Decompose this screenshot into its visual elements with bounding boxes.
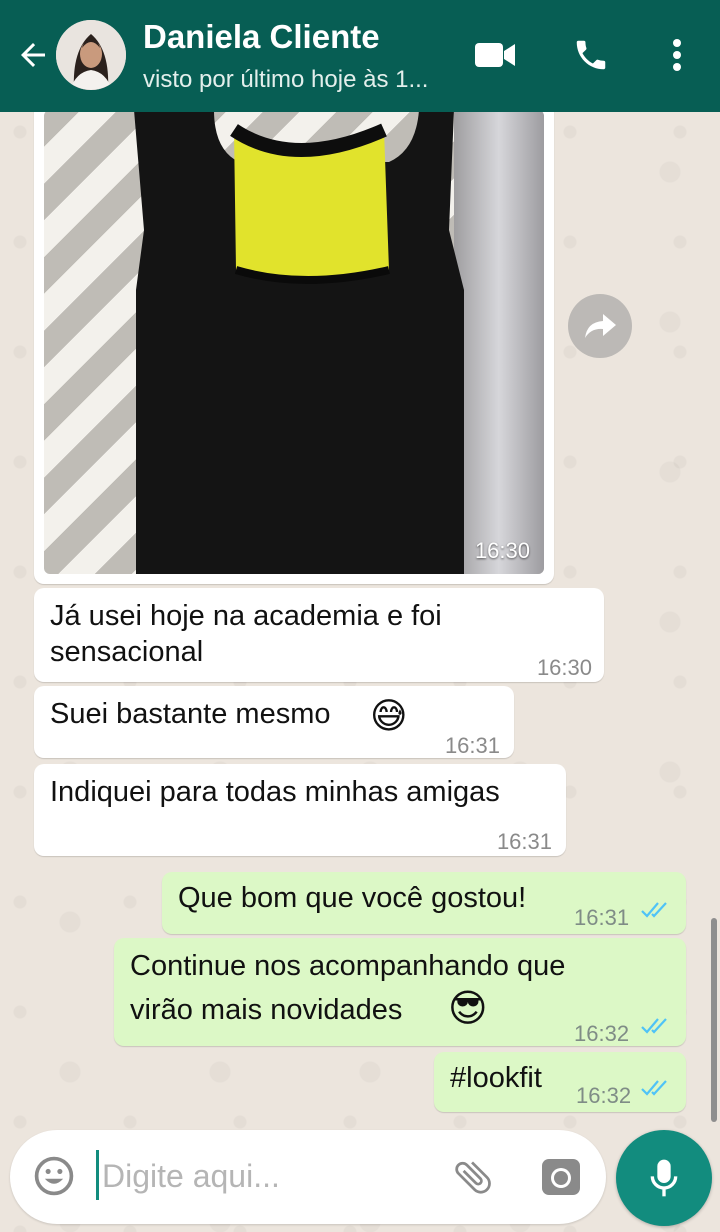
read-ticks-icon <box>641 1018 667 1034</box>
message-time: 16:30 <box>536 655 592 680</box>
read-ticks-icon <box>641 1080 667 1096</box>
text-caret <box>96 1150 99 1200</box>
shirt-image <box>134 110 464 574</box>
message-text-line-1: Já usei hoje na academia e foi <box>50 600 442 632</box>
message-text-line-2: sensacional <box>50 636 204 668</box>
back-arrow-icon[interactable] <box>10 32 56 78</box>
sweat-smile-emoji: 😅 <box>370 695 408 736</box>
message-time: 16:31 <box>574 905 630 930</box>
message-outgoing[interactable]: Que bom que você gostou! 16:31 <box>162 872 686 934</box>
last-seen-status[interactable]: visto por último hoje às 1... <box>143 66 453 94</box>
message-time: 16:32 <box>574 1021 630 1046</box>
chat-header: Daniela Cliente visto por último hoje às… <box>0 0 720 112</box>
attach-icon[interactable] <box>448 1152 498 1202</box>
contact-avatar[interactable] <box>56 20 126 90</box>
message-incoming[interactable]: Indiquei para todas minhas amigas 16:31 <box>34 764 566 856</box>
photo-shirt[interactable]: 16:30 <box>44 110 544 574</box>
image-timestamp: 16:30 <box>474 538 530 563</box>
emoji-icon[interactable] <box>30 1152 78 1200</box>
video-call-icon[interactable] <box>470 30 520 80</box>
read-ticks-icon <box>641 902 667 918</box>
message-text: #lookfit <box>450 1062 542 1094</box>
message-incoming[interactable]: Suei bastante mesmo 😅 16:31 <box>34 686 514 758</box>
message-incoming[interactable]: Já usei hoje na academia e foi sensacion… <box>34 588 604 682</box>
message-text: Indiquei para todas minhas amigas <box>50 776 500 808</box>
sunglasses-emoji: 😎 <box>448 988 488 1030</box>
message-time: 16:32 <box>576 1083 632 1108</box>
message-composer <box>10 1130 606 1224</box>
message-input[interactable] <box>102 1148 422 1204</box>
message-outgoing[interactable]: #lookfit 16:32 <box>434 1052 686 1112</box>
forward-icon[interactable] <box>568 294 632 358</box>
phone-icon[interactable] <box>566 30 616 80</box>
message-text-line-1: Continue nos acompanhando que <box>130 950 566 982</box>
message-time: 16:31 <box>444 733 500 758</box>
contact-name[interactable]: Daniela Cliente <box>143 18 380 56</box>
camera-icon[interactable] <box>536 1152 586 1202</box>
message-text: Suei bastante mesmo <box>50 698 331 730</box>
more-vert-icon[interactable] <box>652 30 702 80</box>
message-text-line-2: virão mais novidades <box>130 994 403 1026</box>
message-time: 16:31 <box>496 829 552 854</box>
message-outgoing[interactable]: Continue nos acompanhando que virão mais… <box>114 938 686 1046</box>
scrollbar[interactable] <box>711 918 717 1122</box>
image-message[interactable]: 16:30 <box>34 100 554 584</box>
message-text: Que bom que você gostou! <box>178 882 527 914</box>
mic-icon[interactable] <box>616 1130 712 1226</box>
